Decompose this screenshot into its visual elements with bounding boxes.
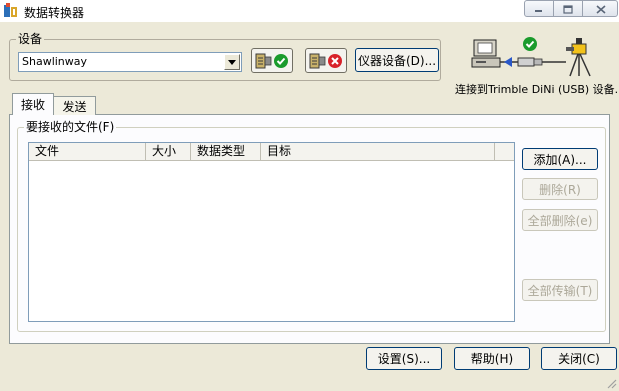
tab-receive[interactable]: 接收 [12,93,54,115]
size-grip[interactable] [605,377,617,389]
app-icon [3,3,19,19]
minimize-button[interactable] [524,0,554,17]
instrument-settings-button[interactable]: 仪器设备(D)... [355,48,439,72]
column-header-data-type[interactable]: 数据类型 [191,143,261,160]
title-bar[interactable]: 数据转换器 [0,0,619,22]
list-header: 文件 大小 数据类型 目标 [29,143,514,161]
combo-dropdown-button[interactable] [224,54,240,70]
transfer-all-button[interactable]: 全部传输(T) [522,279,598,301]
add-button-label: 添加(A)... [533,152,587,167]
disconnect-icon [309,53,342,68]
connect-button[interactable] [251,48,293,73]
delete-button-label: 删除(R) [539,182,581,197]
tab-send-label: 发送 [62,99,87,114]
connection-diagram [470,34,600,78]
close-button[interactable]: 关闭(C) [541,347,617,370]
connection-status-text: 连接到Trimble DiNi (USB) 设备. [455,83,619,96]
size-grip-icon [607,379,617,389]
column-header-target[interactable]: 目标 [261,143,495,160]
minimize-icon [535,10,542,12]
chevron-down-icon [228,60,236,65]
usb-cable-icon [500,57,566,67]
close-button-label: 关闭(C) [558,352,600,366]
close-icon [596,5,606,14]
tab-send[interactable]: 发送 [53,96,96,115]
help-button[interactable]: 帮助(H) [454,347,530,370]
tab-receive-label: 接收 [20,98,45,112]
caption-buttons [524,0,619,18]
delete-button[interactable]: 删除(R) [522,178,598,200]
disconnect-button[interactable] [305,48,347,73]
maximize-button[interactable] [553,0,583,17]
connect-icon [255,53,288,68]
computer-icon [471,39,501,68]
transfer-all-button-label: 全部传输(T) [527,283,593,298]
files-list-view[interactable]: 文件 大小 数据类型 目标 [28,142,515,322]
instrument-settings-label: 仪器设备(D)... [357,53,437,68]
device-group-label: 设备 [16,32,45,46]
close-window-button[interactable] [582,0,618,17]
column-header-file[interactable]: 文件 [29,143,146,160]
device-combo[interactable]: Shawlinway [18,52,242,72]
help-button-label: 帮助(H) [470,352,514,366]
delete-all-button-label: 全部删除(e) [527,213,593,228]
level-instrument-icon [566,38,591,77]
delete-all-button[interactable]: 全部删除(e) [522,209,598,231]
settings-button-label: 设置(S)... [377,352,431,366]
column-header-size[interactable]: 大小 [146,143,191,160]
settings-button[interactable]: 设置(S)... [366,347,442,370]
data-converter-window: 数据转换器 设备 Shawlinway 仪器设备(D)... 连接到Trimbl… [0,0,619,391]
add-button[interactable]: 添加(A)... [522,148,598,170]
window-title: 数据转换器 [24,6,85,20]
connected-check-icon [523,37,537,51]
maximize-icon [563,5,573,14]
device-combo-value: Shawlinway [22,55,88,68]
files-group-label: 要接收的文件(F) [24,120,117,134]
